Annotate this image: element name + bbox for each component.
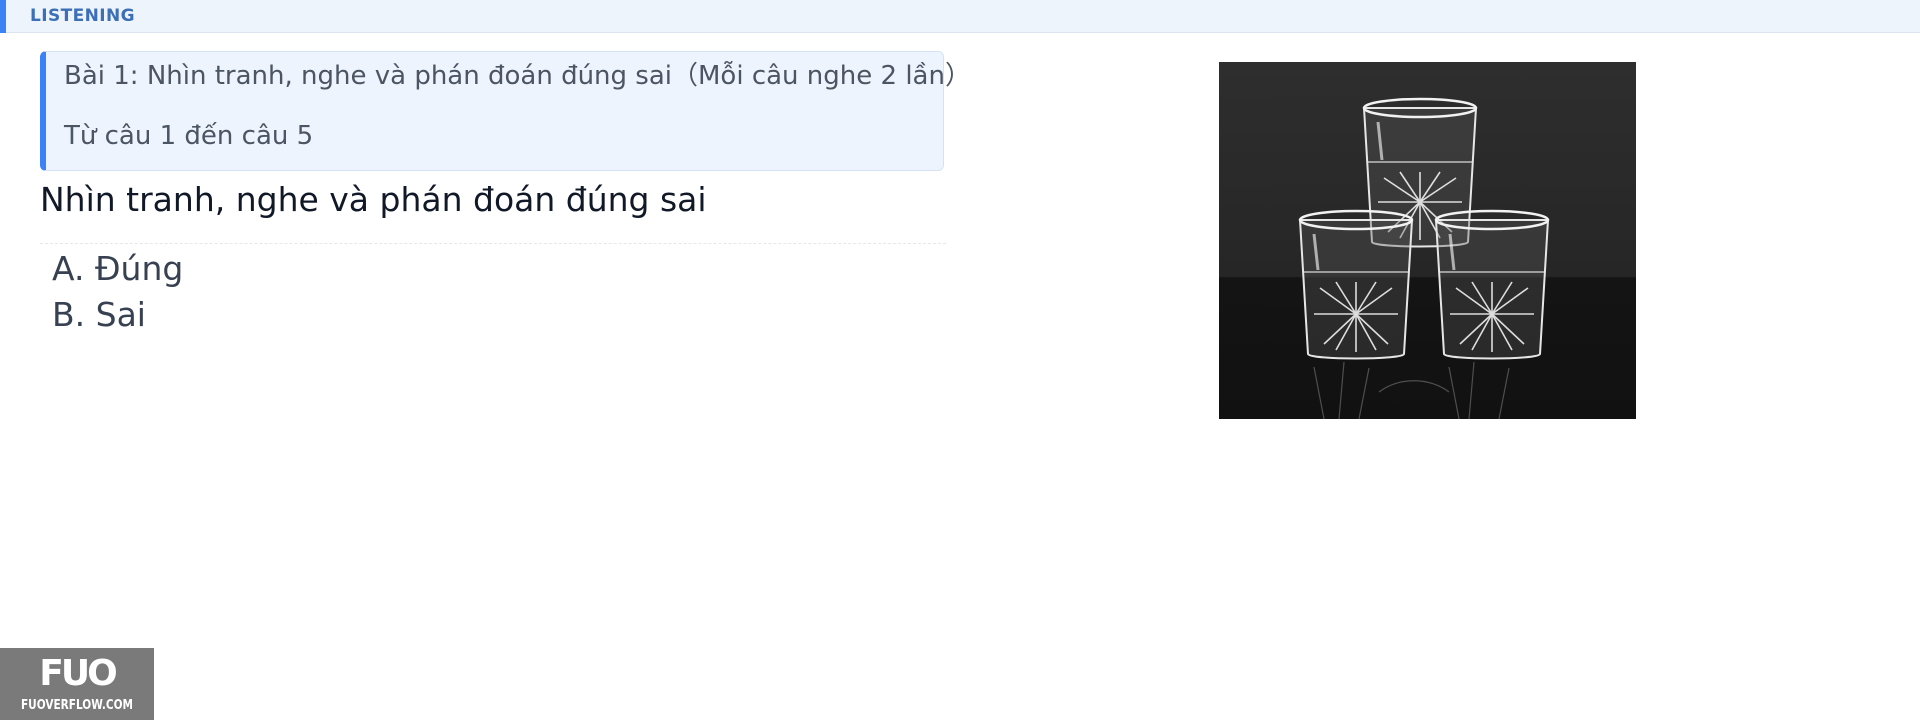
question-image: [1219, 62, 1636, 419]
watermark-site: FUOVERFLOW.COM: [20, 698, 134, 713]
section-header: LISTENING: [0, 0, 1920, 33]
section-label: LISTENING: [30, 6, 135, 26]
instruction-range: Từ câu 1 đến câu 5: [64, 121, 314, 151]
watermark: FUO FUOVERFLOW.COM: [0, 648, 154, 720]
answer-option-b[interactable]: B. Sai: [52, 293, 146, 337]
section-accent-bar: [0, 0, 6, 33]
watermark-logo: FUO: [39, 653, 117, 694]
glasses-illustration: [1298, 97, 1550, 419]
answer-option-a[interactable]: A. Đúng: [52, 247, 183, 291]
instruction-box: Bài 1: Nhìn tranh, nghe và phán đoán đún…: [40, 51, 971, 171]
glass-right: [1434, 209, 1550, 360]
instruction-title: Bài 1: Nhìn tranh, nghe và phán đoán đún…: [64, 61, 971, 91]
question-divider: [40, 243, 946, 244]
glass-left: [1298, 209, 1414, 360]
question-title: Nhìn tranh, nghe và phán đoán đúng sai: [40, 180, 707, 219]
